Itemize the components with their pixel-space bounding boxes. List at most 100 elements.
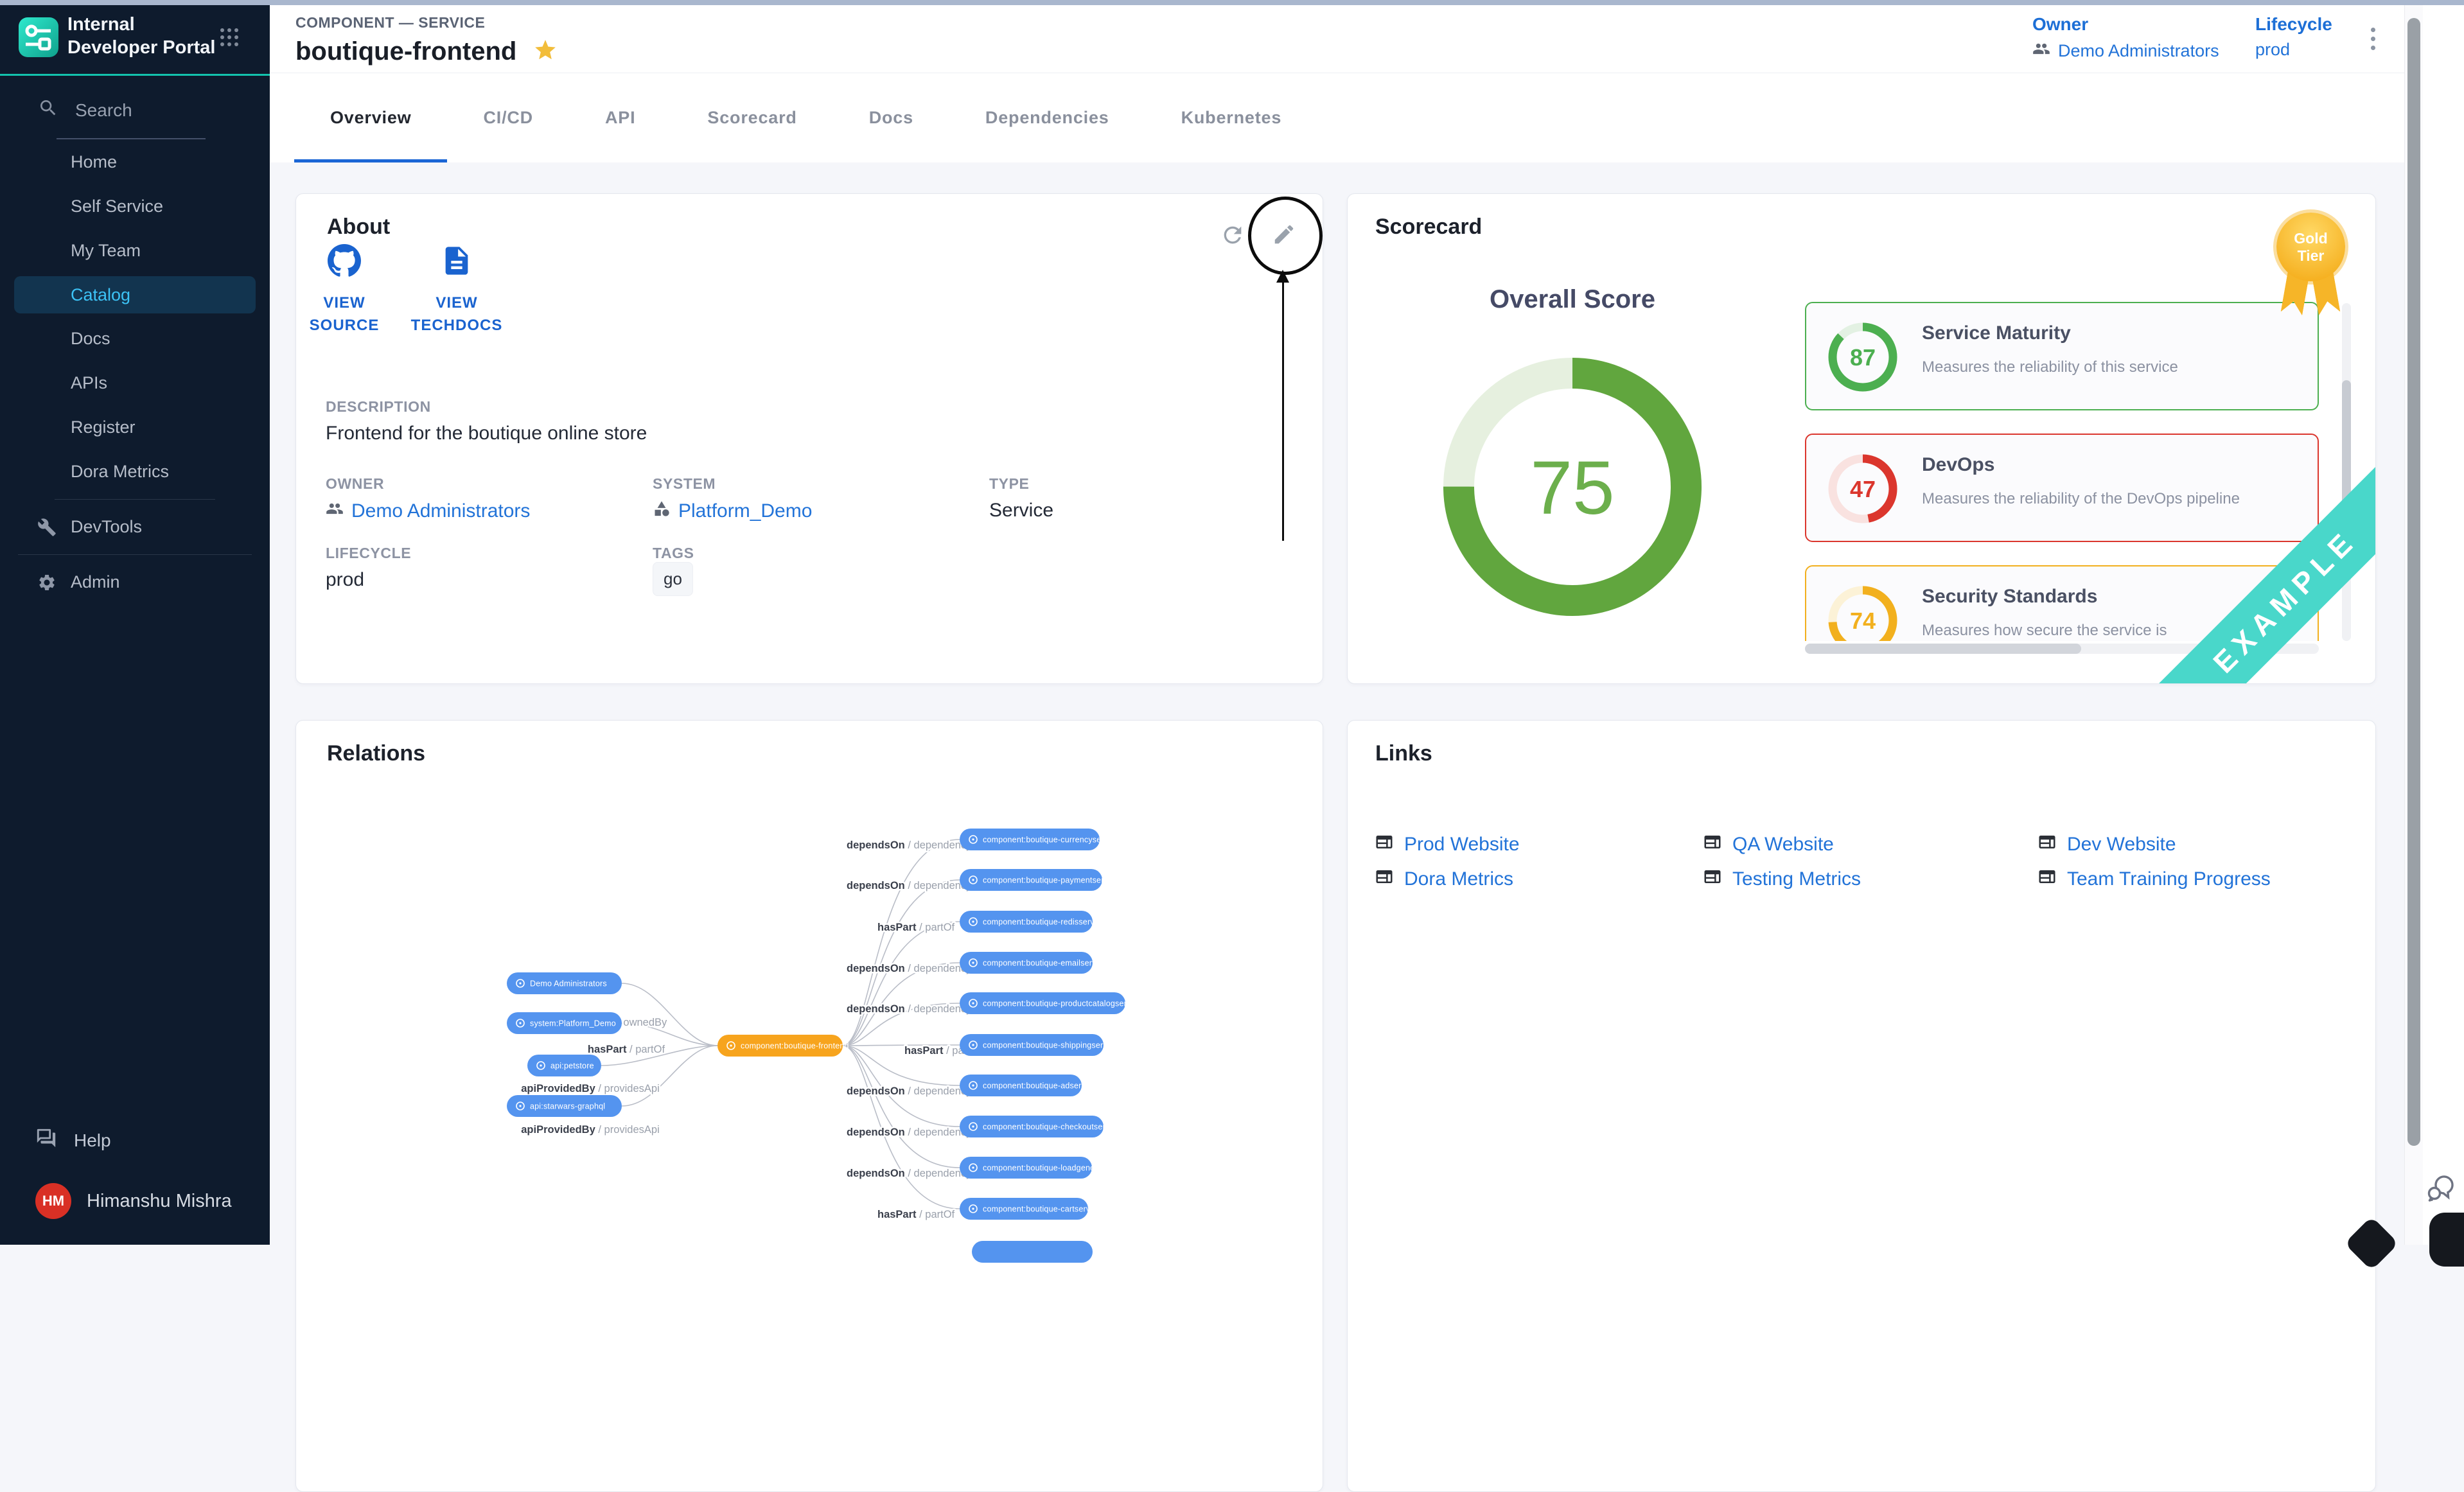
tab-dependencies[interactable]: Dependencies — [949, 73, 1145, 162]
sidebar-item-docs[interactable]: Docs — [0, 317, 270, 361]
relation-node-component-boutique-redisservice[interactable]: component:boutique-redisservice — [960, 911, 1105, 933]
edge-label: hasPart / partOf — [588, 1044, 665, 1055]
relation-node-component-boutique-loadgenerator[interactable]: component:boutique-loadgenerator — [960, 1157, 1112, 1179]
apps-grid-icon[interactable] — [220, 28, 240, 48]
relation-node-component-boutique-cartservice[interactable]: component:boutique-cartservice — [960, 1198, 1101, 1220]
user-menu[interactable]: HM Himanshu Mishra — [35, 1183, 232, 1219]
right-gutter — [2423, 0, 2464, 1245]
relations-graph: dependsOn / dependencyOfdependsOn / depe… — [296, 721, 1323, 1491]
score-ring: 47 — [1824, 450, 1901, 527]
tab-api[interactable]: API — [569, 73, 671, 162]
link-qa-website[interactable]: QA Website — [1703, 831, 2037, 858]
sidebar-item-self-service[interactable]: Self Service — [0, 184, 270, 229]
relation-node-center-boutique-frontend[interactable]: component:boutique-frontend — [717, 1035, 849, 1057]
annotation-arrow-line — [1282, 281, 1284, 541]
gear-icon — [37, 573, 57, 592]
tag-chip[interactable]: go — [653, 562, 693, 596]
sidebar-item-catalog[interactable]: Catalog — [14, 276, 256, 313]
avatar: HM — [35, 1183, 71, 1219]
system-field-link[interactable]: Platform_Demo — [653, 500, 812, 523]
owner-label: Owner — [2032, 14, 2219, 35]
link-testing-metrics[interactable]: Testing Metrics — [1703, 866, 2037, 893]
search-input[interactable]: Search — [38, 98, 132, 123]
score-description: Measures the reliability of this service — [1922, 358, 2178, 376]
relation-node-api-starwars-graphql[interactable]: api:starwars-graphql — [507, 1095, 622, 1117]
type-field-value: Service — [989, 500, 1053, 522]
entity-header: COMPONENT — SERVICE boutique-frontend Ow… — [270, 0, 2464, 73]
view-techdocs-button[interactable]: VIEW TECHDOCS — [409, 244, 505, 337]
description-label: DESCRIPTION — [326, 398, 431, 416]
svg-text:component:boutique-emailservic: component:boutique-emailservice — [983, 959, 1107, 968]
web-icon — [2037, 867, 2057, 891]
chat-widget-icon[interactable] — [2424, 1172, 2458, 1209]
sidebar-item-home[interactable]: Home — [0, 140, 270, 184]
relation-node-system-platform-demo[interactable]: system:Platform_Demo — [507, 1012, 622, 1034]
sidebar-item-apis[interactable]: APIs — [0, 361, 270, 405]
relation-node-component-boutique-adservice[interactable]: component:boutique-adservice — [960, 1075, 1096, 1096]
score-hscrollbar-thumb[interactable] — [1805, 644, 2081, 654]
relation-node-component-boutique-shippingservice[interactable]: component:boutique-shippingservice — [960, 1034, 1118, 1056]
scorecard-title: Scorecard — [1375, 215, 1482, 240]
about-title: About — [327, 215, 390, 240]
owner-field-link[interactable]: Demo Administrators — [326, 500, 530, 523]
scorecard-card: Scorecard Gold Tier Overall Score 75 87 … — [1347, 193, 2376, 684]
sidebar-bottom: Help HM Himanshu Mishra — [0, 1091, 270, 1245]
svg-text:component:boutique-currencyser: component:boutique-currencyservice — [983, 836, 1119, 845]
kebab-menu-icon[interactable] — [2360, 24, 2386, 53]
relation-node-component-boutique-productcatalogservice[interactable]: component:boutique-productcatalogservice — [960, 992, 1141, 1014]
sidebar-item-dora-metrics[interactable]: Dora Metrics — [0, 450, 270, 494]
svg-text:api:petstore: api:petstore — [550, 1062, 594, 1071]
sidebar-item-admin[interactable]: Admin — [0, 560, 270, 604]
github-icon — [328, 272, 361, 289]
link-prod-website[interactable]: Prod Website — [1375, 831, 1703, 858]
links-card: Links Prod WebsiteQA WebsiteDev WebsiteD… — [1347, 720, 2376, 1492]
relation-node-demo-administrators[interactable]: Demo Administrators — [507, 972, 622, 994]
group-icon — [2032, 40, 2050, 62]
portal-logo[interactable] — [19, 17, 58, 57]
links-grid: Prod WebsiteQA WebsiteDev Website Dora Me… — [1375, 831, 2397, 893]
sidebar-item-my-team[interactable]: My Team — [0, 229, 270, 273]
relation-node-partial[interactable] — [972, 1241, 1093, 1263]
tab-scorecard[interactable]: Scorecard — [671, 73, 832, 162]
system-field-label: SYSTEM — [653, 475, 716, 493]
relation-node-component-boutique-paymentservice[interactable]: component:boutique-paymentservice — [960, 869, 1119, 891]
tab-kubernetes[interactable]: Kubernetes — [1145, 73, 1318, 162]
relation-node-component-boutique-currencyservice[interactable]: component:boutique-currencyservice — [960, 829, 1119, 850]
score-item-service-maturity[interactable]: 87 Service Maturity Measures the reliabi… — [1805, 302, 2319, 410]
lifecycle-field-label: LIFECYCLE — [326, 545, 411, 562]
help-label: Help — [74, 1130, 111, 1151]
web-icon — [1703, 867, 1722, 891]
favorite-star-icon[interactable] — [533, 38, 558, 66]
relation-node-component-boutique-emailservice[interactable]: component:boutique-emailservice — [960, 952, 1107, 974]
search-underline — [57, 138, 206, 139]
refresh-icon[interactable] — [1220, 222, 1245, 248]
owner-link[interactable]: Demo Administrators — [2032, 40, 2219, 62]
score-item-devops[interactable]: 47 DevOps Measures the reliability of th… — [1805, 434, 2319, 542]
tab-overview[interactable]: Overview — [294, 73, 447, 162]
sidebar-item-register[interactable]: Register — [0, 405, 270, 450]
link-dev-website[interactable]: Dev Website — [2037, 831, 2397, 858]
sidebar-menu: HomeSelf ServiceMy TeamCatalog DocsAPIsRe… — [0, 140, 270, 604]
relation-edge — [622, 983, 717, 1046]
relation-edge — [843, 922, 960, 1046]
sidebar-item-devtools[interactable]: DevTools — [0, 505, 270, 549]
sidebar-item-help[interactable]: Help — [35, 1127, 111, 1154]
link-team-training-progress[interactable]: Team Training Progress — [2037, 866, 2397, 893]
web-icon — [1703, 832, 1722, 857]
tab-ci-cd[interactable]: CI/CD — [447, 73, 569, 162]
relation-node-component-boutique-checkoutservice[interactable]: component:boutique-checkoutservice — [960, 1116, 1120, 1137]
score-name: Security Standards — [1922, 586, 2097, 608]
header-owner: Owner Demo Administrators — [2032, 14, 2219, 62]
tab-docs[interactable]: Docs — [833, 73, 949, 162]
portal-title: Internal Developer Portal — [67, 13, 222, 59]
view-source-button[interactable]: VIEW SOURCE — [296, 244, 392, 337]
link-dora-metrics[interactable]: Dora Metrics — [1375, 866, 1703, 893]
page-scrollbar-thumb[interactable] — [2407, 18, 2420, 1146]
lifecycle-field-value: prod — [326, 569, 364, 591]
score-ring: 87 — [1824, 319, 1901, 396]
relation-node-api-petstore[interactable]: api:petstore — [527, 1055, 601, 1076]
web-icon — [1375, 832, 1394, 857]
content-area: About VIEW SOURCE VIEW TECHDOCS DESCRIPT… — [270, 162, 2464, 1245]
relation-edge — [843, 1046, 960, 1168]
page-title: boutique-frontend — [295, 37, 516, 66]
